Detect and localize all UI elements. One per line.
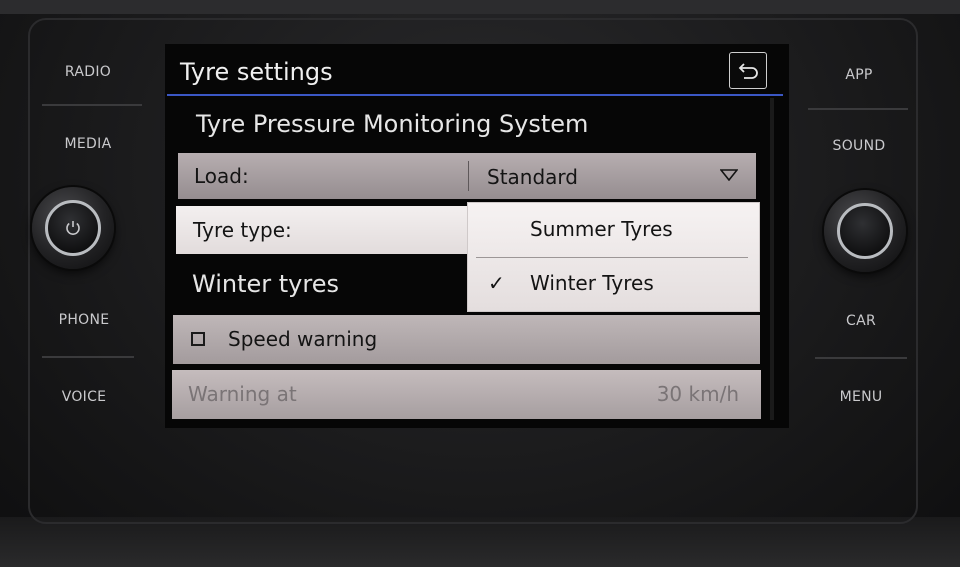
checkmark-icon: ✓ <box>488 271 505 295</box>
option-label: Winter Tyres <box>530 271 654 295</box>
warning-at-label: Warning at <box>188 382 297 406</box>
radio-button[interactable]: RADIO <box>38 64 138 80</box>
dropdown-option-winter-tyres[interactable]: ✓ Winter Tyres <box>468 257 759 311</box>
car-button[interactable]: CAR <box>811 313 911 329</box>
back-button[interactable] <box>729 52 767 89</box>
option-label: Summer Tyres <box>530 217 673 241</box>
voice-button[interactable]: VOICE <box>34 389 134 405</box>
load-value[interactable]: Standard <box>487 165 578 189</box>
speed-warning-row[interactable]: Speed warning <box>173 315 760 364</box>
tyre-type-label: Tyre type: <box>193 218 292 242</box>
hw-divider <box>42 104 142 106</box>
bezel-top-edge <box>0 0 960 14</box>
phone-button[interactable]: PHONE <box>34 312 134 328</box>
section-title: Tyre Pressure Monitoring System <box>196 110 589 138</box>
power-icon <box>66 221 80 235</box>
tyre-type-row[interactable]: Tyre type: <box>176 206 472 254</box>
volume-power-knob[interactable] <box>32 187 114 269</box>
dropdown-option-summer-tyres[interactable]: Summer Tyres <box>468 203 759 257</box>
bezel-bottom-edge <box>0 517 960 567</box>
load-select-row[interactable]: Load: Standard <box>178 153 756 199</box>
hw-divider <box>42 356 134 358</box>
title-underline <box>167 94 783 96</box>
hw-divider <box>815 357 907 359</box>
page-title: Tyre settings <box>180 58 333 86</box>
scrollbar-track[interactable] <box>770 98 774 420</box>
back-icon <box>738 63 758 79</box>
knob-face <box>45 200 101 256</box>
chevron-down-icon[interactable] <box>720 169 738 181</box>
warning-at-value: 30 km/h <box>656 382 739 406</box>
menu-button[interactable]: MENU <box>811 389 911 405</box>
tune-scroll-knob[interactable] <box>824 190 906 272</box>
load-label: Load: <box>194 164 249 188</box>
hw-divider <box>808 108 908 110</box>
current-tyre-type: Winter tyres <box>192 270 339 298</box>
knob-face <box>837 203 893 259</box>
media-button[interactable]: MEDIA <box>38 136 138 152</box>
app-button[interactable]: APP <box>809 67 909 83</box>
warning-at-row: Warning at 30 km/h <box>172 370 761 419</box>
speed-warning-label: Speed warning <box>228 327 378 351</box>
row-separator <box>468 161 469 191</box>
sound-button[interactable]: SOUND <box>809 138 909 154</box>
tyre-type-dropdown: Summer Tyres ✓ Winter Tyres <box>468 203 759 311</box>
checkbox-icon[interactable] <box>191 332 205 346</box>
